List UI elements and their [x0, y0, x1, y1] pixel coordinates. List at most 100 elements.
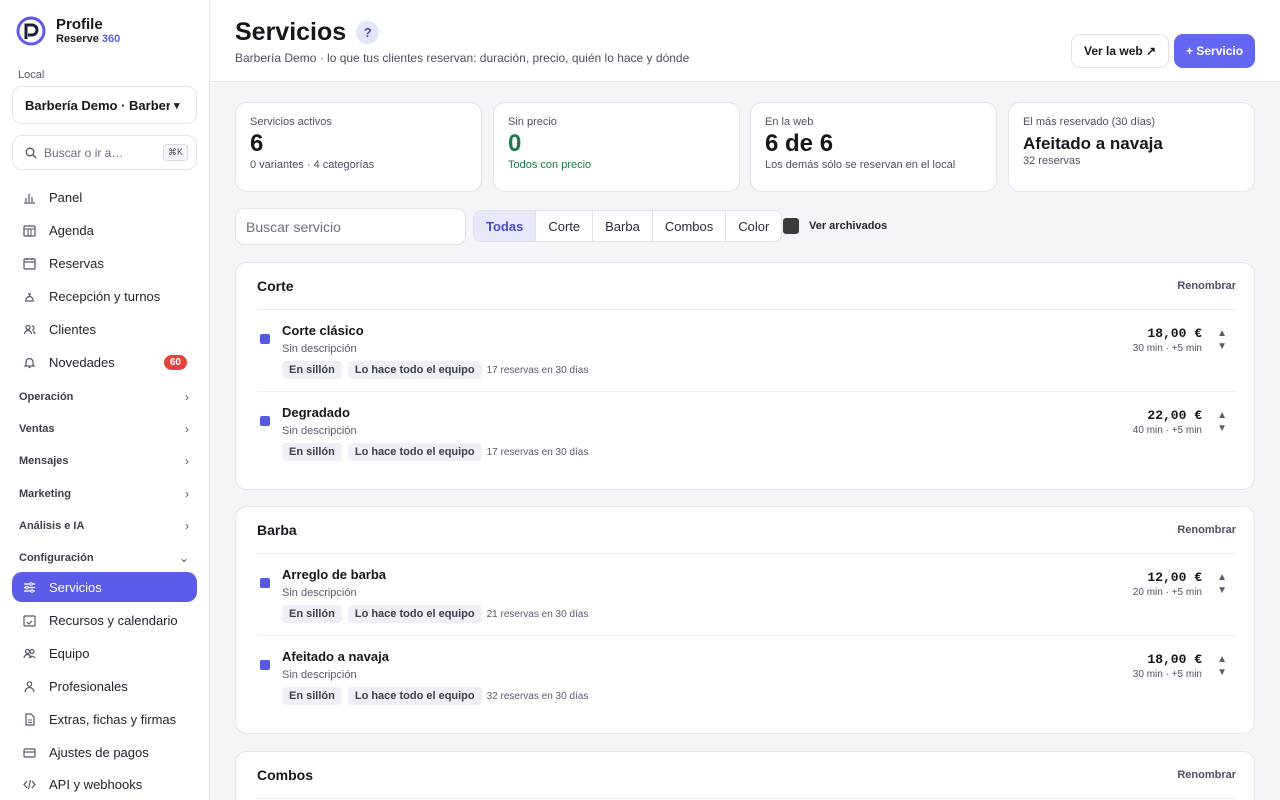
tab-color[interactable]: Color — [726, 211, 781, 241]
global-search-input[interactable]: Buscar o ir a… ⌘K — [12, 135, 197, 170]
bookings-count: 17 reservas en 30 días — [486, 364, 589, 376]
team-icon — [22, 646, 36, 660]
tab-combos[interactable]: Combos — [653, 211, 727, 241]
rename-button[interactable]: Renombrar — [1177, 769, 1236, 781]
view-web-button[interactable]: Ver la web ↗ — [1071, 34, 1170, 68]
category-card-combos: Combos Renombrar — [235, 751, 1255, 800]
page-title: Servicios ? — [235, 18, 380, 47]
chart-icon — [22, 190, 36, 204]
stat-value: 6 de 6 — [765, 130, 834, 157]
sidebar-item-servicios[interactable]: Servicios — [12, 572, 197, 602]
sidebar-item-novedades[interactable]: Novedades 60 — [12, 347, 197, 377]
service-search-input[interactable]: Buscar servicio — [235, 208, 466, 245]
sidebar-item-clientes[interactable]: Clientes — [12, 314, 197, 344]
service-row[interactable]: Afeitado a navaja Sin descripción En sil… — [257, 636, 1236, 718]
move-up-icon[interactable]: ▲ — [1217, 409, 1227, 422]
stat-value: 0 — [508, 130, 522, 157]
sidebar-item-recursos[interactable]: Recursos y calendario — [12, 605, 197, 635]
sidebar-item-equipo[interactable]: Equipo — [12, 638, 197, 668]
chevron-right-icon: › — [185, 519, 189, 533]
local-select[interactable]: Barbería Demo · Barbería ▾ — [12, 86, 197, 124]
stat-card-no-price: Sin precio 0 Todos con precio — [493, 102, 740, 192]
chevron-right-icon: › — [185, 422, 189, 436]
stat-card-top: El más reservado (30 días) Afeitado a na… — [1008, 102, 1255, 192]
page-header: Servicios ? Barbería Demo · lo que tus c… — [210, 0, 1280, 82]
new-service-button[interactable]: + Servicio — [1174, 34, 1256, 68]
tab-barba[interactable]: Barba — [593, 211, 653, 241]
service-row[interactable]: Degradado Sin descripción En sillón Lo h… — [257, 392, 1236, 474]
search-icon — [25, 147, 37, 158]
move-up-icon[interactable]: ▲ — [1217, 327, 1227, 340]
color-dot — [260, 416, 270, 426]
service-duration: 20 min · +5 min — [1132, 587, 1202, 598]
move-down-icon[interactable]: ▼ — [1217, 584, 1227, 597]
stat-sub: 32 reservas — [1023, 155, 1081, 167]
service-row[interactable]: Arreglo de barba Sin descripción En sill… — [257, 554, 1236, 636]
move-down-icon[interactable]: ▼ — [1217, 422, 1227, 435]
staff-chip: Lo hace todo el equipo — [347, 687, 482, 705]
service-name: Corte clásico — [282, 323, 364, 338]
bell-icon — [22, 355, 36, 369]
move-down-icon[interactable]: ▼ — [1217, 666, 1227, 679]
group-operacion[interactable]: Operación › — [19, 390, 189, 404]
stat-card-active: Servicios activos 6 0 variantes · 4 cate… — [235, 102, 482, 192]
archived-checkbox[interactable] — [783, 218, 799, 234]
bell-desk-icon — [22, 289, 36, 303]
rename-button[interactable]: Renombrar — [1177, 280, 1236, 292]
staff-chip: Lo hace todo el equipo — [347, 605, 482, 623]
move-up-icon[interactable]: ▲ — [1217, 653, 1227, 666]
sidebar-item-profesionales[interactable]: Profesionales — [12, 671, 197, 701]
service-price: 22,00 € — [1147, 408, 1202, 423]
service-price: 18,00 € — [1147, 652, 1202, 667]
service-name: Arreglo de barba — [282, 567, 387, 582]
category-title: Barba — [257, 522, 297, 538]
staff-chip: Lo hace todo el equipo — [347, 443, 482, 461]
document-icon — [22, 712, 36, 726]
users-icon — [22, 322, 36, 336]
service-description: Sin descripción — [282, 425, 357, 437]
brand-logo[interactable]: Profile Reserve 360 — [16, 16, 120, 46]
bookings-count: 17 reservas en 30 días — [486, 446, 589, 458]
stat-label: Sin precio — [508, 116, 557, 128]
service-price: 18,00 € — [1147, 326, 1202, 341]
chevron-down-icon: ▾ — [174, 99, 180, 112]
location-chip: En sillón — [282, 443, 342, 461]
sidebar-item-agenda[interactable]: Agenda — [12, 215, 197, 245]
tab-corte[interactable]: Corte — [536, 211, 594, 241]
stat-label: Servicios activos — [250, 116, 332, 128]
sidebar-item-pagos[interactable]: Ajustes de pagos — [12, 737, 197, 767]
local-label: Local — [18, 69, 45, 81]
service-row[interactable]: Corte clásico Sin descripción En sillón … — [257, 310, 1236, 392]
category-card-corte: Corte Renombrar Corte clásico Sin descri… — [235, 262, 1255, 490]
group-analisis[interactable]: Análisis e IA › — [19, 519, 189, 533]
sidebar-item-recepcion[interactable]: Recepción y turnos — [12, 281, 197, 311]
logo-icon — [16, 16, 46, 46]
move-down-icon[interactable]: ▼ — [1217, 340, 1227, 353]
category-tabs: Todas Corte Barba Combos Color — [473, 210, 783, 242]
rename-button[interactable]: Renombrar — [1177, 524, 1236, 536]
tab-todas[interactable]: Todas — [474, 211, 537, 241]
help-icon[interactable]: ? — [356, 21, 380, 44]
location-chip: En sillón — [282, 361, 342, 379]
sliders-icon — [22, 580, 36, 594]
sidebar-item-reservas[interactable]: Reservas — [12, 248, 197, 278]
service-duration: 30 min · +5 min — [1132, 669, 1202, 680]
sidebar-item-api[interactable]: API y webhooks — [12, 769, 197, 799]
brand-name: Profile — [56, 16, 103, 33]
group-mensajes[interactable]: Mensajes › — [19, 454, 189, 468]
calendar-grid-icon — [22, 223, 36, 237]
category-title: Combos — [257, 767, 313, 783]
sidebar-item-panel[interactable]: Panel — [12, 182, 197, 212]
group-configuracion[interactable]: Configuración ⌄ — [19, 551, 189, 565]
group-marketing[interactable]: Marketing › — [19, 487, 189, 501]
staff-chip: Lo hace todo el equipo — [347, 361, 482, 379]
sidebar-item-extras[interactable]: Extras, fichas y firmas — [12, 704, 197, 734]
move-up-icon[interactable]: ▲ — [1217, 571, 1227, 584]
brand-subname: Reserve 360 — [56, 33, 121, 45]
category-title: Corte — [257, 278, 294, 294]
archived-toggle[interactable]: Ver archivados — [783, 218, 887, 234]
code-icon — [22, 777, 36, 791]
group-ventas[interactable]: Ventas › — [19, 422, 189, 436]
chevron-right-icon: › — [185, 454, 189, 468]
chevron-right-icon: › — [185, 390, 189, 404]
